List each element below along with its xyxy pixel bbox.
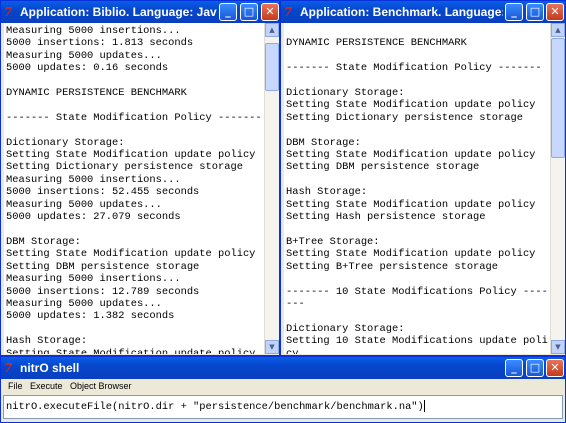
- tcl-feather-icon: 7: [4, 5, 13, 19]
- right-console-output[interactable]: DYNAMIC PERSISTENCE BENCHMARK ------- St…: [284, 23, 550, 354]
- scroll-thumb[interactable]: [265, 43, 279, 91]
- shell-titlebar[interactable]: 7 nitrO shell _ □ ✕: [1, 357, 565, 379]
- maximize-button[interactable]: □: [526, 359, 544, 377]
- close-button[interactable]: ✕: [261, 3, 279, 21]
- scroll-up-arrow-icon[interactable]: ▲: [551, 23, 565, 37]
- scroll-thumb[interactable]: [551, 38, 565, 158]
- scroll-down-arrow-icon[interactable]: ▼: [551, 340, 565, 354]
- menu-execute[interactable]: Execute: [30, 381, 63, 391]
- tcl-feather-icon: 7: [284, 5, 293, 19]
- close-button[interactable]: ✕: [546, 3, 564, 21]
- right-application-window: 7 Application: Benchmark. Language: Java…: [280, 0, 566, 356]
- right-window-titlebar[interactable]: 7 Application: Benchmark. Language: Java…: [281, 1, 565, 23]
- scroll-up-arrow-icon[interactable]: ▲: [265, 23, 279, 37]
- left-console-text: Measuring 5000 insertions... 5000 insert…: [6, 25, 262, 354]
- shell-title: nitrO shell: [20, 361, 80, 375]
- minimize-button[interactable]: _: [505, 359, 523, 377]
- minimize-button[interactable]: _: [505, 3, 523, 21]
- shell-menubar: File Execute Object Browser: [4, 379, 562, 395]
- right-console-text: DYNAMIC PERSISTENCE BENCHMARK ------- St…: [286, 37, 548, 354]
- left-application-window: 7 Application: Biblio. Language: Java. -…: [0, 0, 280, 356]
- maximize-button[interactable]: □: [526, 3, 544, 21]
- menu-file[interactable]: File: [8, 381, 23, 391]
- command-input[interactable]: nitrO.executeFile(nitrO.dir + "persisten…: [3, 395, 563, 419]
- text-caret: [423, 400, 425, 412]
- right-vertical-scrollbar[interactable]: ▲ ▼: [550, 23, 565, 354]
- left-window-titlebar[interactable]: 7 Application: Biblio. Language: Java. -…: [1, 1, 279, 23]
- right-window-title: Application: Benchmark. Language: Java..…: [300, 5, 503, 19]
- maximize-button[interactable]: □: [240, 3, 258, 21]
- left-vertical-scrollbar[interactable]: ▲ ▼: [264, 23, 279, 354]
- minimize-button[interactable]: _: [219, 3, 237, 21]
- scroll-down-arrow-icon[interactable]: ▼: [265, 340, 279, 354]
- menu-object-browser[interactable]: Object Browser: [70, 381, 132, 391]
- tcl-feather-icon: 7: [4, 361, 13, 375]
- close-button[interactable]: ✕: [546, 359, 564, 377]
- left-console-output[interactable]: Measuring 5000 insertions... 5000 insert…: [4, 23, 264, 354]
- command-text: nitrO.executeFile(nitrO.dir + "persisten…: [6, 400, 425, 413]
- left-window-title: Application: Biblio. Language: Java. - R…: [20, 5, 217, 19]
